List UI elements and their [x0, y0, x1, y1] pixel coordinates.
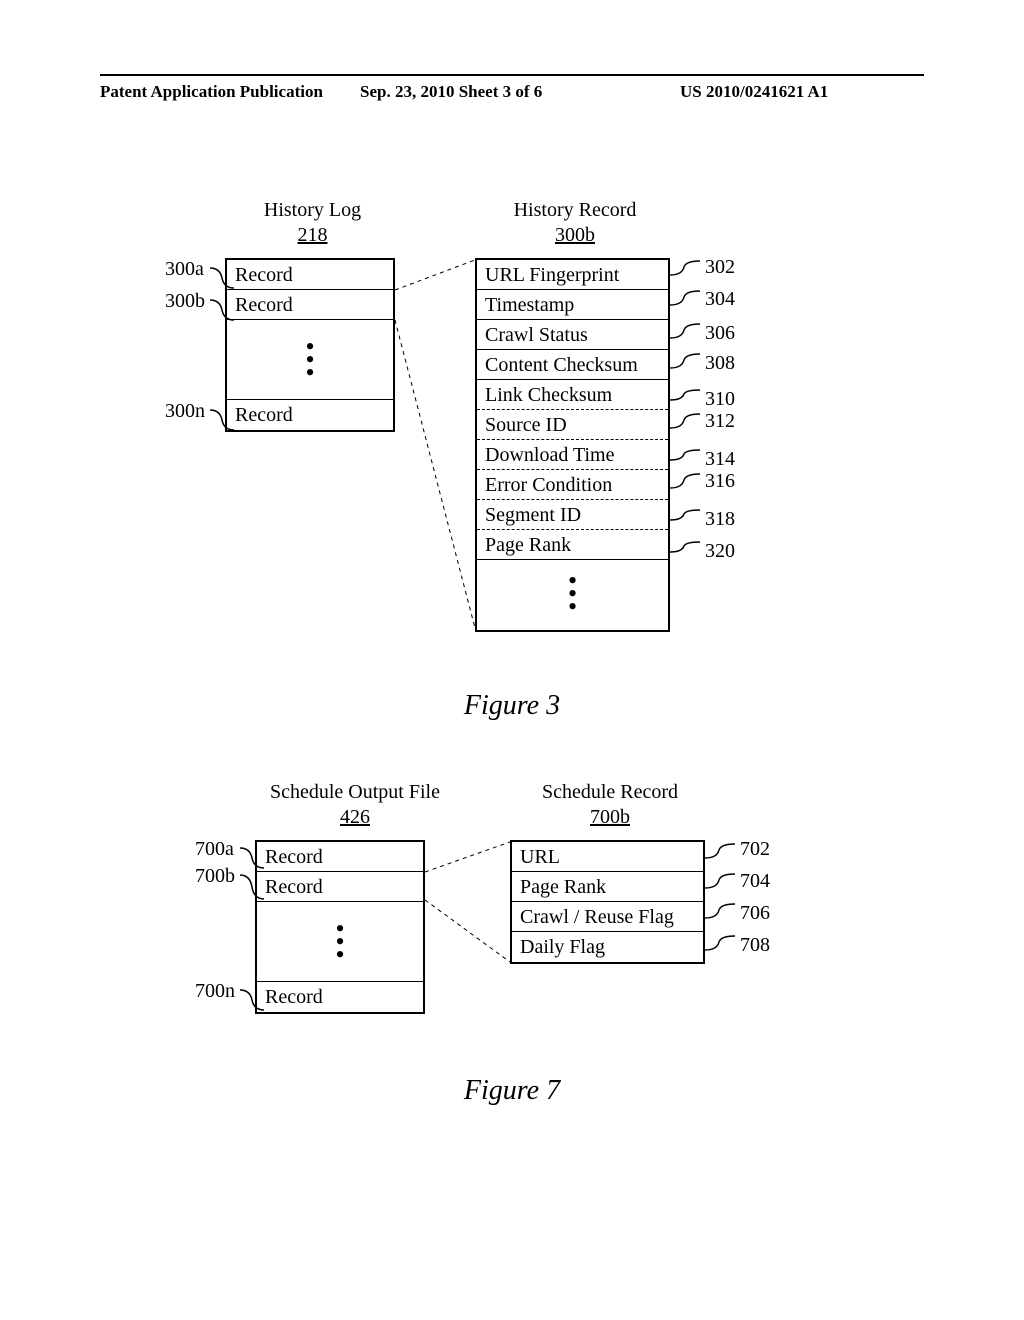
fig7-schedule-record-table: URL Page Rank Crawl / Reuse Flag Daily F… — [510, 840, 705, 964]
fig3-history-record-table: URL Fingerprint Timestamp Crawl Status C… — [475, 258, 670, 632]
fig3-ref-314: 314 — [705, 448, 735, 471]
fig3-right-row-5: Source ID — [477, 410, 668, 440]
header-middle: Sep. 23, 2010 Sheet 3 of 6 — [360, 82, 542, 102]
fig7-caption: Figure 7 — [464, 1075, 560, 1107]
fig3-left-row-1: Record — [227, 290, 393, 320]
fig3-ref-304: 304 — [705, 288, 735, 311]
fig7-ref-700n: 700n — [195, 980, 235, 1003]
ellipsis-icon: ••• — [305, 338, 314, 382]
fig7-ref-700b: 700b — [195, 865, 235, 888]
header-right: US 2010/0241621 A1 — [680, 82, 828, 102]
fig7-right-title-num: 700b — [590, 806, 630, 828]
fig3-ref-302: 302 — [705, 256, 735, 279]
fig7-left-row-1: Record — [257, 872, 423, 902]
fig7-schedule-output-table: Record Record ••• Record — [255, 840, 425, 1014]
fig7-ref-702: 702 — [740, 838, 770, 861]
fig3-ref-320: 320 — [705, 540, 735, 563]
fig3-right-row-9: Page Rank — [477, 530, 668, 560]
fig7-right-row-3: Daily Flag — [512, 932, 703, 962]
header-rule — [100, 74, 924, 76]
fig3-ref-306: 306 — [705, 322, 735, 345]
fig3-right-row-1: Timestamp — [477, 290, 668, 320]
fig3-ref-312: 312 — [705, 410, 735, 433]
fig7-left-title-num: 426 — [340, 806, 370, 828]
fig7-right-title-text: Schedule Record — [542, 781, 678, 803]
fig3-right-row-6: Download Time — [477, 440, 668, 470]
fig3-ref-310: 310 — [705, 388, 735, 411]
fig7-ref-704: 704 — [740, 870, 770, 893]
ellipsis-icon: ••• — [335, 920, 344, 964]
fig3-right-row-2: Crawl Status — [477, 320, 668, 350]
fig7-right-row-2: Crawl / Reuse Flag — [512, 902, 703, 932]
fig7-right-row-1: Page Rank — [512, 872, 703, 902]
header-left: Patent Application Publication — [100, 82, 323, 102]
fig7-left-row-ellipsis: ••• — [257, 902, 423, 982]
fig3-left-row-0: Record — [227, 260, 393, 290]
fig3-right-row-3: Content Checksum — [477, 350, 668, 380]
fig3-ref-300a: 300a — [165, 258, 204, 281]
page: Patent Application Publication Sep. 23, … — [0, 0, 1024, 1320]
ellipsis-icon: ••• — [568, 572, 577, 616]
fig3-ref-300n: 300n — [165, 400, 205, 423]
fig7-ref-708: 708 — [740, 934, 770, 957]
fig3-right-title-num: 300b — [555, 224, 595, 246]
fig7-left-title: Schedule Output File 426 — [255, 780, 455, 830]
fig7-left-row-0: Record — [257, 842, 423, 872]
fig3-caption: Figure 3 — [464, 690, 560, 722]
fig3-right-row-ellipsis: ••• — [477, 560, 668, 630]
fig3-left-row-ellipsis: ••• — [227, 320, 393, 400]
fig3-ref-318: 318 — [705, 508, 735, 531]
fig3-right-row-4: Link Checksum — [477, 380, 668, 410]
fig3-right-row-7: Error Condition — [477, 470, 668, 500]
fig3-right-title: History Record 300b — [475, 198, 675, 248]
fig3-ref-316: 316 — [705, 470, 735, 493]
fig7-ref-706: 706 — [740, 902, 770, 925]
fig3-left-row-2: Record — [227, 400, 393, 430]
fig3-left-title-num: 218 — [298, 224, 328, 246]
fig3-ref-300b: 300b — [165, 290, 205, 313]
fig7-right-title: Schedule Record 700b — [510, 780, 710, 830]
fig7-right-row-0: URL — [512, 842, 703, 872]
fig3-right-row-0: URL Fingerprint — [477, 260, 668, 290]
fig3-right-row-8: Segment ID — [477, 500, 668, 530]
fig7-left-title-text: Schedule Output File — [270, 781, 440, 803]
fig7-left-row-2: Record — [257, 982, 423, 1012]
fig3-left-title-text: History Log — [264, 199, 361, 221]
fig3-left-title: History Log 218 — [225, 198, 400, 248]
fig3-history-log-table: Record Record ••• Record — [225, 258, 395, 432]
fig7-ref-700a: 700a — [195, 838, 234, 861]
fig3-right-title-text: History Record — [514, 199, 637, 221]
fig3-ref-308: 308 — [705, 352, 735, 375]
